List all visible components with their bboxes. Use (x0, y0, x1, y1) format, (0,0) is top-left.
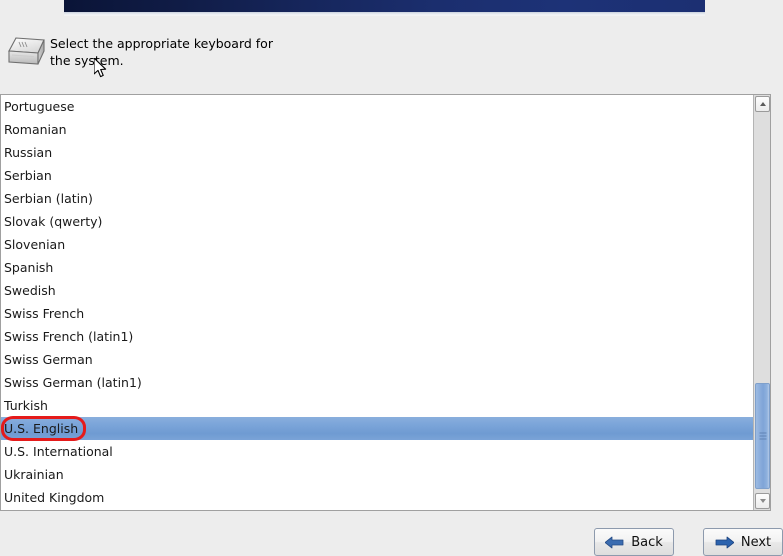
list-item-label: Swiss German (latin1) (4, 375, 142, 390)
scroll-down-button[interactable] (755, 493, 770, 509)
list-item[interactable]: Russian (1, 141, 753, 164)
installer-screen: Select the appropriate keyboard for the … (0, 0, 783, 556)
list-item-label: U.S. English (4, 421, 79, 436)
list-item[interactable]: Swiss French (latin1) (1, 325, 753, 348)
back-button-label: Back (631, 534, 663, 550)
list-item-label: Swedish (4, 283, 56, 298)
scrollbar-track[interactable] (755, 112, 770, 493)
list-item-label: Spanish (4, 260, 54, 275)
scrollbar-grip-icon (759, 432, 766, 440)
list-item[interactable]: Spanish (1, 256, 753, 279)
list-item[interactable]: Swiss French (1, 302, 753, 325)
list-item[interactable]: Serbian (1, 164, 753, 187)
list-item-label: Swiss German (4, 352, 93, 367)
list-item-label: Serbian (4, 168, 52, 183)
list-item-label: Turkish (4, 398, 48, 413)
list-item-label: Portuguese (4, 99, 75, 114)
scrollbar-thumb[interactable] (755, 382, 770, 490)
scroll-up-arrow-icon (759, 102, 766, 106)
list-item-label: Swiss French (latin1) (4, 329, 134, 344)
banner-underline (64, 12, 705, 16)
list-item[interactable]: U.S. English (1, 417, 753, 440)
next-button-label: Next (740, 534, 772, 550)
list-item[interactable]: Portuguese (1, 95, 753, 118)
title-banner (64, 0, 705, 12)
scroll-down-arrow-icon (759, 499, 766, 503)
header: Select the appropriate keyboard for the … (0, 28, 783, 86)
back-button[interactable]: Back (594, 528, 674, 556)
list-item[interactable]: U.S. International (1, 440, 753, 463)
footer-buttons: Back Next (0, 528, 783, 556)
list-item[interactable]: Serbian (latin) (1, 187, 753, 210)
keyboard-icon (4, 34, 48, 72)
list-scrollbar[interactable] (753, 95, 770, 510)
list-item[interactable]: United Kingdom (1, 486, 753, 509)
keyboard-list-items[interactable]: Portuguese Romanian Russian Serbian Serbian … (1, 95, 753, 510)
list-item[interactable]: Ukrainian (1, 463, 753, 486)
right-arrow-icon (715, 536, 735, 549)
list-item-label: Russian (4, 145, 53, 160)
list-item-label: Romanian (4, 122, 67, 137)
list-item[interactable]: Slovak (qwerty) (1, 210, 753, 233)
banner-area (0, 0, 783, 16)
list-item-label: Ukrainian (4, 467, 64, 482)
prompt-text: Select the appropriate keyboard for the … (50, 36, 273, 68)
list-item[interactable]: Swiss German (latin1) (1, 371, 753, 394)
list-item-label: Slovenian (4, 237, 66, 252)
list-item[interactable]: Turkish (1, 394, 753, 417)
list-item-label: Slovak (qwerty) (4, 214, 103, 229)
keyboard-list[interactable]: Portuguese Romanian Russian Serbian Serbian … (0, 94, 771, 511)
next-button[interactable]: Next (703, 528, 783, 556)
scroll-up-button[interactable] (755, 96, 770, 112)
left-arrow-icon (604, 536, 624, 549)
list-item[interactable]: Slovenian (1, 233, 753, 256)
list-item-label: United Kingdom (4, 490, 105, 505)
list-item-label: Swiss French (4, 306, 85, 321)
list-item[interactable]: Romanian (1, 118, 753, 141)
list-item[interactable]: Swedish (1, 279, 753, 302)
list-item-label: Serbian (latin) (4, 191, 93, 206)
list-item-label: U.S. International (4, 444, 113, 459)
list-item[interactable]: Swiss German (1, 348, 753, 371)
